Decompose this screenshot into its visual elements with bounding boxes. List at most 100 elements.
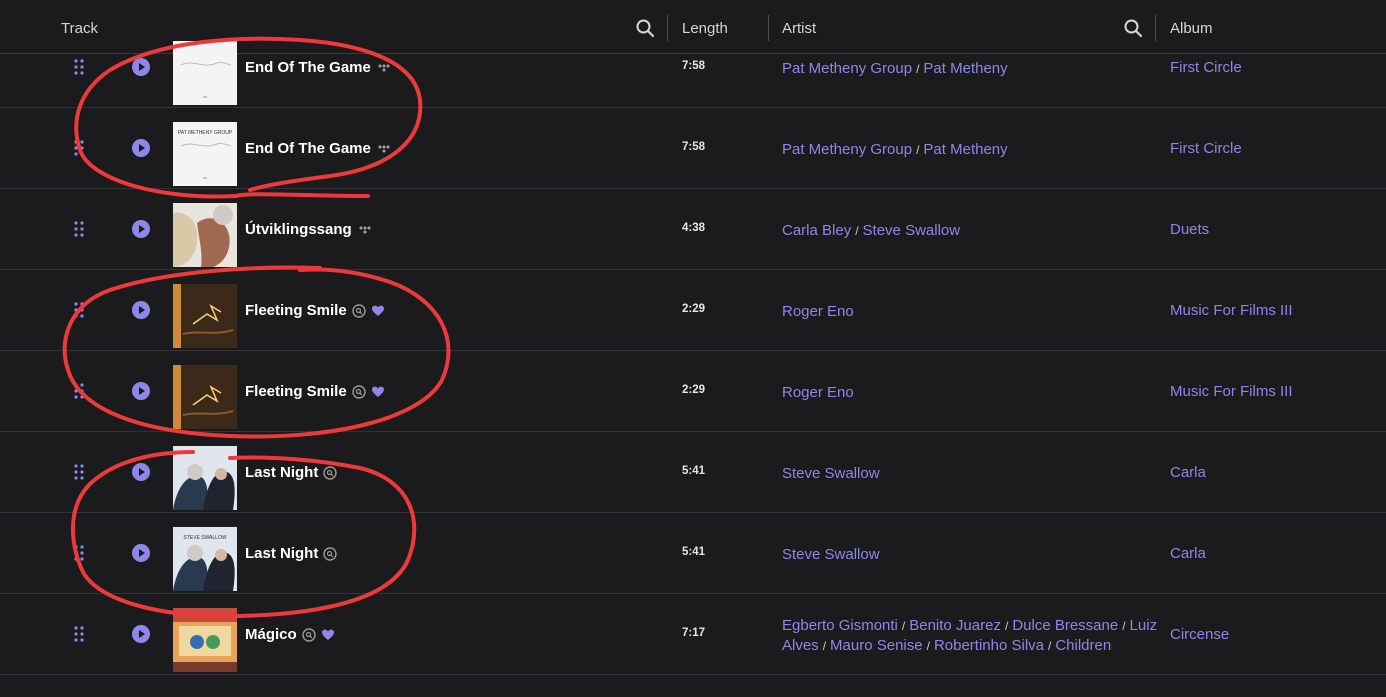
play-button-icon[interactable] <box>132 544 150 562</box>
artist-link[interactable]: Dulce Bressane <box>1012 617 1118 634</box>
heart-icon[interactable] <box>371 304 385 318</box>
artist-link[interactable]: Carla Bley <box>782 222 851 239</box>
artist-separator: / <box>901 619 906 633</box>
drag-handle-icon[interactable] <box>74 140 84 156</box>
artist-separator: / <box>1004 619 1009 633</box>
drag-handle-icon[interactable] <box>74 545 84 561</box>
play-button-icon[interactable] <box>132 382 150 400</box>
track-length: 5:41 <box>682 546 706 558</box>
artist-link[interactable]: Pat Metheny Group <box>782 141 912 158</box>
artist-link[interactable]: Roger Eno <box>782 384 854 401</box>
track-title-text[interactable]: End Of The Game <box>245 59 371 76</box>
drag-handle-icon[interactable] <box>74 383 84 399</box>
artist-cell: Pat Metheny Group / Pat Metheny <box>782 59 1170 79</box>
local-search-icon <box>323 465 338 480</box>
play-button-icon[interactable] <box>132 625 150 643</box>
track-row[interactable]: Fleeting Smile 2:29 Roger Eno Music For Fil… <box>0 270 1386 351</box>
track-title-text[interactable]: Útviklingssang <box>245 221 352 238</box>
album-art[interactable]: PAT METHENY GROUP <box>173 122 237 186</box>
artist-link[interactable]: Pat Metheny <box>923 141 1007 158</box>
tidal-icon <box>377 63 390 72</box>
album-art[interactable] <box>173 203 237 267</box>
artist-link[interactable]: Mauro Senise <box>830 637 923 654</box>
drag-handle-icon[interactable] <box>74 59 84 75</box>
artist-link[interactable]: Steve Swallow <box>782 465 880 482</box>
drag-handle-icon[interactable] <box>74 464 84 480</box>
track-title[interactable]: End Of The Game <box>245 59 390 76</box>
album-art[interactable]: STEVE SWALLOW <box>173 527 237 591</box>
artist-cell: Roger Eno <box>782 383 1170 403</box>
play-button-icon[interactable] <box>132 139 150 157</box>
artist-link[interactable]: Steve Swallow <box>863 222 961 239</box>
local-search-icon <box>323 546 338 561</box>
track-title[interactable]: Fleeting Smile <box>245 302 385 319</box>
album-link[interactable]: Carla <box>1170 464 1206 481</box>
artist-link[interactable]: Pat Metheny Group <box>782 60 912 77</box>
album-art[interactable] <box>173 608 237 672</box>
artist-separator: / <box>822 639 827 653</box>
track-title-text[interactable]: Fleeting Smile <box>245 302 347 319</box>
album-art[interactable] <box>173 446 237 510</box>
album-link[interactable]: Circense <box>1170 626 1229 643</box>
artist-link[interactable]: Steve Swallow <box>782 546 880 563</box>
track-length: 5:41 <box>682 465 706 477</box>
artist-separator: / <box>1122 619 1126 633</box>
play-button-icon[interactable] <box>132 58 150 76</box>
art-text: PAT METHENY GROUP <box>178 130 233 136</box>
artist-separator: / <box>1048 639 1052 653</box>
artist-separator: / <box>916 143 920 157</box>
album-link[interactable]: Music For Films III <box>1170 383 1293 400</box>
drag-handle-icon[interactable] <box>74 626 84 642</box>
tidal-icon <box>377 144 390 153</box>
track-title[interactable]: Last Night <box>245 545 338 562</box>
track-row[interactable]: PAT METHENY GROUP End Of The Game 7:58 Pat … <box>0 108 1386 189</box>
track-title-text[interactable]: Last Night <box>245 464 318 481</box>
album-link[interactable]: Duets <box>1170 221 1209 238</box>
track-title[interactable]: Last Night <box>245 464 338 481</box>
track-row[interactable]: Mágico 7:17 Egberto Gismonti / Benito Juarez… <box>0 594 1386 675</box>
artist-separator: / <box>926 639 930 653</box>
track-title-text[interactable]: Fleeting Smile <box>245 383 347 400</box>
track-title[interactable]: Útviklingssang <box>245 221 371 238</box>
track-row[interactable]: Útviklingssang 4:38 Carla Bley / Steve Swall… <box>0 189 1386 270</box>
track-title[interactable]: End Of The Game <box>245 140 390 157</box>
track-title[interactable]: Fleeting Smile <box>245 383 385 400</box>
track-title-text[interactable]: Mágico <box>245 626 297 643</box>
track-length: 2:29 <box>682 384 706 396</box>
play-button-icon[interactable] <box>132 301 150 319</box>
track-title-text[interactable]: Last Night <box>245 545 318 562</box>
album-link[interactable]: Carla <box>1170 545 1206 562</box>
local-search-icon <box>352 384 366 399</box>
album-art[interactable] <box>173 284 237 348</box>
drag-handle-icon[interactable] <box>74 302 84 318</box>
artist-link[interactable]: Pat Metheny <box>923 60 1007 77</box>
artist-link[interactable]: Robertinho Silva <box>934 637 1044 654</box>
album-link[interactable]: First Circle <box>1170 140 1242 157</box>
artist-cell: Steve Swallow <box>782 545 1170 565</box>
album-link[interactable]: First Circle <box>1170 59 1242 76</box>
artist-link[interactable]: Benito Juarez <box>909 617 1001 634</box>
track-title-text[interactable]: End Of The Game <box>245 140 371 157</box>
track-length: 7:58 <box>682 60 706 72</box>
album-link[interactable]: Music For Films III <box>1170 302 1293 319</box>
local-search-icon <box>301 627 316 642</box>
track-row[interactable]: Fleeting Smile 2:29 Roger Eno Music For Fil… <box>0 351 1386 432</box>
heart-icon[interactable] <box>321 628 335 642</box>
artist-link[interactable]: Egberto Gismonti <box>782 617 898 634</box>
artist-cell: Pat Metheny Group / Pat Metheny <box>782 140 1170 160</box>
play-button-icon[interactable] <box>132 220 150 238</box>
heart-icon[interactable] <box>371 385 385 399</box>
artist-link[interactable]: Children <box>1055 637 1111 654</box>
art-text: STEVE SWALLOW <box>183 535 226 541</box>
track-length: 2:29 <box>682 303 706 315</box>
track-length: 7:17 <box>682 627 706 639</box>
artist-link[interactable]: Roger Eno <box>782 303 854 320</box>
track-row[interactable]: STEVE SWALLOW Last Night 5:41 Steve Swallow… <box>0 513 1386 594</box>
album-art[interactable] <box>173 365 237 429</box>
drag-handle-icon[interactable] <box>74 221 84 237</box>
track-title[interactable]: Mágico <box>245 626 335 643</box>
album-art[interactable] <box>173 41 237 105</box>
track-row[interactable]: Last Night 5:41 Steve Swallow Carla <box>0 432 1386 513</box>
play-button-icon[interactable] <box>132 463 150 481</box>
track-row[interactable]: End Of The Game 7:58 Pat Metheny Group / Pat… <box>0 27 1386 108</box>
